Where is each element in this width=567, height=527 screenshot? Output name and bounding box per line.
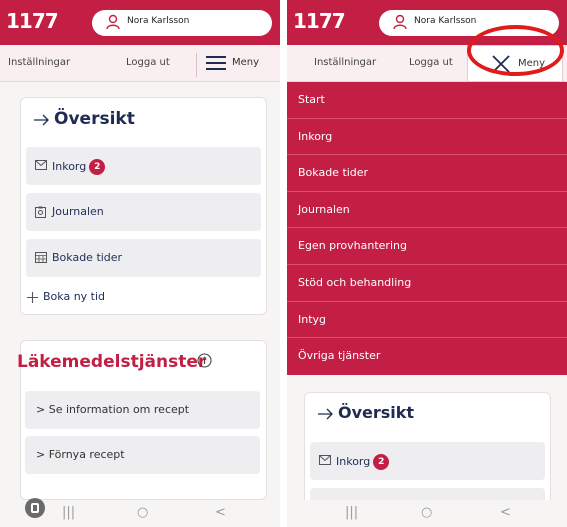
inbox-item[interactable]: Inkorg 2 — [310, 442, 545, 480]
menu-label: Meny — [232, 57, 260, 68]
top-bar: 1177 Nora Karlsson — [0, 0, 280, 45]
user-menu[interactable]: Nora Karlsson — [92, 10, 272, 36]
info-icon[interactable] — [197, 353, 212, 368]
back-icon[interactable]: < — [215, 505, 226, 520]
user-name: Nora Karlsson — [127, 16, 190, 26]
inbox-label: Inkorg 2 — [336, 454, 390, 470]
screenshot-toggle-icon[interactable] — [25, 498, 45, 518]
recents-icon[interactable]: ||| — [345, 505, 358, 520]
renew-prescription-label: > Förnya recept — [36, 448, 125, 461]
right-screen: 1177 Nora Karlsson Inställningar Logga u… — [287, 0, 567, 527]
calendar-icon — [35, 252, 47, 263]
person-icon — [106, 14, 120, 30]
menu-item-start[interactable]: Start — [287, 82, 567, 119]
home-icon[interactable]: ○ — [421, 505, 432, 520]
person-icon — [393, 14, 407, 30]
menu-item-certificates[interactable]: Intyg — [287, 302, 567, 339]
system-nav-bar: ||| ○ < — [287, 500, 567, 527]
inbox-count-badge: 2 — [373, 454, 390, 470]
bookings-item[interactable]: Bokade tider — [26, 239, 261, 277]
main-menu-dropdown: Start Inkorg Bokade tider Journalen Egen… — [287, 82, 567, 375]
prescription-info-label: > Se information om recept — [36, 403, 190, 416]
logout-link[interactable]: Logga ut — [409, 57, 453, 68]
logout-link[interactable]: Logga ut — [126, 57, 170, 68]
settings-link[interactable]: Inställningar — [314, 57, 376, 68]
user-name: Nora Karlsson — [414, 16, 477, 26]
book-new-link[interactable]: Boka ny tid — [43, 290, 105, 303]
hamburger-icon — [206, 56, 226, 70]
plus-icon — [27, 292, 38, 303]
menu-item-journal[interactable]: Journalen — [287, 192, 567, 229]
renew-prescription-item[interactable]: > Förnya recept — [25, 436, 260, 474]
recents-icon[interactable]: ||| — [62, 505, 75, 520]
home-icon[interactable]: ○ — [137, 505, 148, 520]
medicine-title: Läkemedelstjänster — [17, 352, 207, 372]
arrow-right-icon — [34, 114, 49, 126]
journal-label: Journalen — [52, 205, 104, 218]
overview-title: Översikt — [338, 403, 415, 422]
highlight-circle-annotation — [467, 25, 564, 76]
journal-icon — [35, 206, 46, 218]
menu-item-bookings[interactable]: Bokade tider — [287, 155, 567, 192]
inbox-item[interactable]: Inkorg 2 — [26, 147, 261, 185]
overview-title: Översikt — [54, 109, 135, 129]
mail-icon — [35, 160, 47, 170]
menu-button[interactable]: Meny — [196, 45, 280, 82]
menu-item-other-services[interactable]: Övriga tjänster — [287, 338, 567, 375]
settings-link[interactable]: Inställningar — [8, 57, 70, 68]
logo-1177[interactable]: 1177 — [293, 9, 346, 33]
menu-item-support-treatment[interactable]: Stöd och behandling — [287, 265, 567, 302]
arrow-right-icon — [318, 408, 333, 420]
journal-item[interactable]: Journalen — [26, 193, 261, 231]
nav-bar: Inställningar Logga ut Meny — [0, 45, 280, 82]
left-screen: 1177 Nora Karlsson Inställningar Logga u… — [0, 0, 280, 527]
back-icon[interactable]: < — [500, 505, 511, 520]
bookings-label: Bokade tider — [52, 251, 123, 264]
menu-item-inbox[interactable]: Inkorg — [287, 119, 567, 156]
inbox-count-badge: 2 — [89, 159, 106, 175]
menu-item-test-handling[interactable]: Egen provhantering — [287, 228, 567, 265]
prescription-info-item[interactable]: > Se information om recept — [25, 391, 260, 429]
inbox-label: Inkorg 2 — [52, 159, 106, 175]
logo-1177[interactable]: 1177 — [6, 9, 59, 33]
overview-card: Översikt Inkorg 2 Journalen Bokade tider… — [20, 97, 267, 315]
mail-icon — [319, 455, 331, 465]
